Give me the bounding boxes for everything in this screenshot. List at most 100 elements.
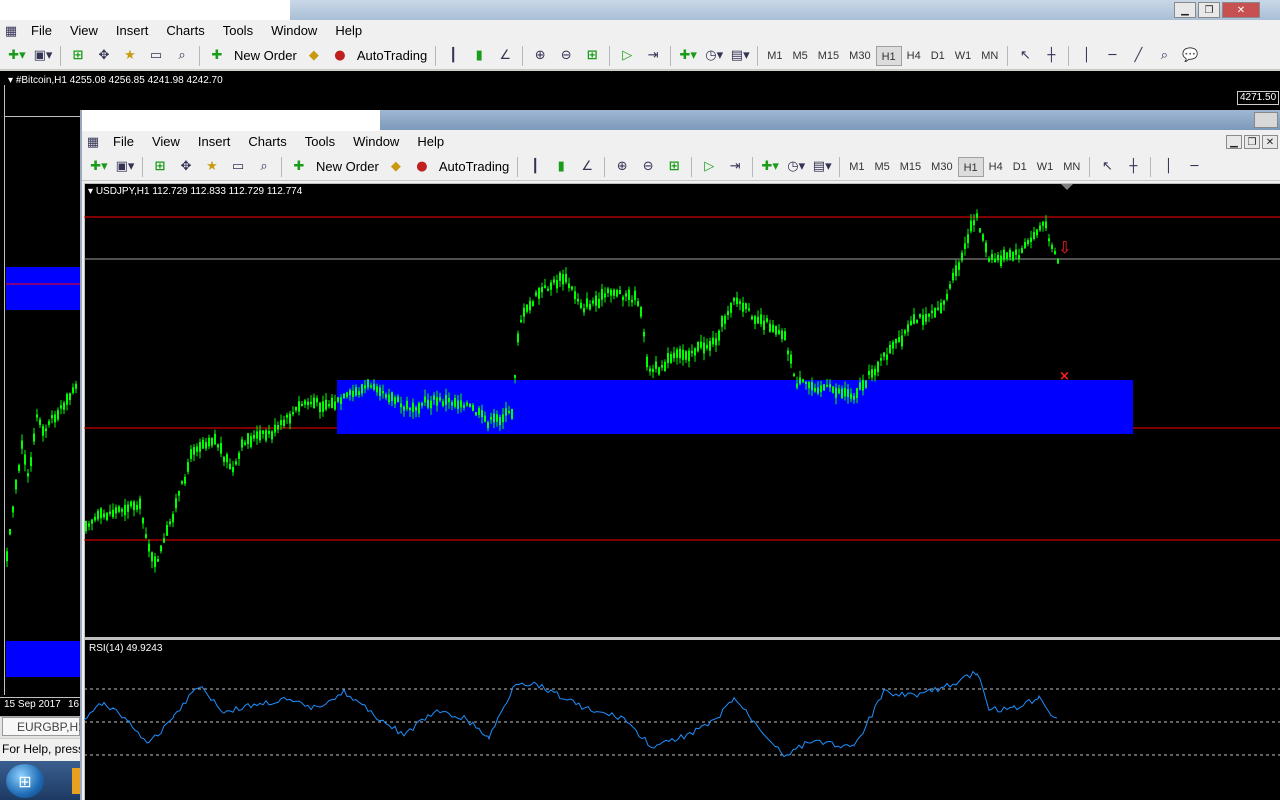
inner-tf-mn[interactable]: MN: [1058, 157, 1085, 177]
crosshair-icon[interactable]: ┼: [1040, 45, 1062, 67]
tf-d1[interactable]: D1: [926, 46, 950, 66]
bar-chart-icon[interactable]: ┃: [442, 45, 464, 67]
inner-zoom-in-icon[interactable]: ⊕: [611, 156, 633, 178]
metaeditor-icon[interactable]: ◆: [303, 45, 325, 67]
inner-menu-charts[interactable]: Charts: [239, 131, 295, 153]
outer-menu-help[interactable]: Help: [326, 20, 371, 42]
terminal-icon[interactable]: ▭: [145, 45, 167, 67]
inner-data-window-icon[interactable]: ✥: [175, 156, 197, 178]
inner-bar-chart-icon[interactable]: ┃: [524, 156, 546, 178]
minimize-button[interactable]: ▁: [1174, 2, 1196, 18]
inner-menu-file[interactable]: File: [104, 131, 143, 153]
inner-terminal-icon[interactable]: ▭: [227, 156, 249, 178]
outer-menu-insert[interactable]: Insert: [107, 20, 158, 42]
inner-candlestick-icon[interactable]: ▮: [550, 156, 572, 178]
tf-h4[interactable]: H4: [902, 46, 926, 66]
inner-restore-control[interactable]: [1254, 112, 1278, 128]
inner-menu-window[interactable]: Window: [344, 131, 408, 153]
candlestick-icon[interactable]: ▮: [468, 45, 490, 67]
inner-menu-view[interactable]: View: [143, 131, 189, 153]
new-chart-icon[interactable]: ✚▾: [6, 45, 28, 67]
tf-mn[interactable]: MN: [976, 46, 1003, 66]
inner-vertical-line-icon[interactable]: │: [1157, 156, 1179, 178]
tf-h1[interactable]: H1: [875, 45, 902, 66]
zoom-in-icon[interactable]: ⊕: [529, 45, 551, 67]
vertical-line-icon[interactable]: │: [1075, 45, 1097, 67]
tab-eurgbp[interactable]: EURGBP,H1: [2, 717, 85, 736]
line-chart-icon[interactable]: ∠: [494, 45, 516, 67]
templates-icon[interactable]: ▤▾: [729, 45, 751, 67]
inner-navigator-icon[interactable]: ★: [201, 156, 223, 178]
profiles-icon[interactable]: ▣▾: [32, 45, 54, 67]
inner-market-watch-icon[interactable]: ⊞: [149, 156, 171, 178]
inner-tile-windows-icon[interactable]: ⊞: [663, 156, 685, 178]
chat-icon[interactable]: 💬: [1179, 45, 1201, 67]
taskbar-app-icon[interactable]: [72, 768, 80, 794]
outer-menu-tools[interactable]: Tools: [214, 20, 262, 42]
inner-crosshair-icon[interactable]: ┼: [1122, 156, 1144, 178]
inner-new-chart-icon[interactable]: ✚▾: [88, 156, 110, 178]
candle-body: [619, 290, 621, 294]
inner-autotrading-button[interactable]: AutoTrading: [435, 159, 513, 174]
tester-icon[interactable]: ⌕: [171, 45, 193, 67]
indicators-icon[interactable]: ✚▾: [677, 45, 699, 67]
zoom-out-icon[interactable]: ⊖: [555, 45, 577, 67]
inner-tf-d1[interactable]: D1: [1008, 157, 1032, 177]
search-icon[interactable]: ⌕: [1153, 45, 1175, 67]
inner-line-chart-icon[interactable]: ∠: [576, 156, 598, 178]
inner-metaeditor-icon[interactable]: ◆: [385, 156, 407, 178]
market-watch-icon[interactable]: ⊞: [67, 45, 89, 67]
inner-templates-icon[interactable]: ▤▾: [811, 156, 833, 178]
restore-button[interactable]: ❐: [1198, 2, 1220, 18]
candle-body: [538, 288, 540, 299]
tf-m15[interactable]: M15: [813, 46, 844, 66]
inner-close-button[interactable]: ✕: [1262, 135, 1278, 149]
inner-tf-m15[interactable]: M15: [895, 157, 926, 177]
autotrading-button[interactable]: AutoTrading: [353, 48, 431, 63]
inner-autoscroll-icon[interactable]: ⇥: [724, 156, 746, 178]
inner-periods-icon[interactable]: ◷▾: [785, 156, 807, 178]
tf-m5[interactable]: M5: [787, 46, 812, 66]
inner-profiles-icon[interactable]: ▣▾: [114, 156, 136, 178]
inner-tester-icon[interactable]: ⌕: [253, 156, 275, 178]
inner-tf-m1[interactable]: M1: [844, 157, 869, 177]
inner-menu-help[interactable]: Help: [408, 131, 453, 153]
outer-menu-charts[interactable]: Charts: [157, 20, 213, 42]
cursor-icon[interactable]: ↖: [1014, 45, 1036, 67]
inner-restore-button[interactable]: ❐: [1244, 135, 1260, 149]
inner-tf-m30[interactable]: M30: [926, 157, 957, 177]
trendline-icon[interactable]: ╱: [1127, 45, 1149, 67]
navigator-icon[interactable]: ★: [119, 45, 141, 67]
data-window-icon[interactable]: ✥: [93, 45, 115, 67]
outer-menu-window[interactable]: Window: [262, 20, 326, 42]
outer-menu-view[interactable]: View: [61, 20, 107, 42]
outer-menu-file[interactable]: File: [22, 20, 61, 42]
inner-chart-shift-icon[interactable]: ▷: [698, 156, 720, 178]
chart-shift-icon[interactable]: ▷: [616, 45, 638, 67]
candle-body: [130, 501, 132, 507]
periods-icon[interactable]: ◷▾: [703, 45, 725, 67]
tf-m1[interactable]: M1: [762, 46, 787, 66]
inner-tf-h4[interactable]: H4: [984, 157, 1008, 177]
inner-tf-h1[interactable]: H1: [957, 156, 984, 177]
inner-menu-insert[interactable]: Insert: [189, 131, 240, 153]
candle-body: [775, 325, 777, 335]
tile-windows-icon[interactable]: ⊞: [581, 45, 603, 67]
inner-minimize-button[interactable]: ▁: [1226, 135, 1242, 149]
horizontal-line-icon[interactable]: ─: [1101, 45, 1123, 67]
close-button[interactable]: ✕: [1222, 2, 1260, 18]
inner-indicators-icon[interactable]: ✚▾: [759, 156, 781, 178]
autoscroll-icon[interactable]: ⇥: [642, 45, 664, 67]
candle-body: [370, 385, 372, 388]
tf-m30[interactable]: M30: [844, 46, 875, 66]
inner-horizontal-line-icon[interactable]: ─: [1183, 156, 1205, 178]
start-button[interactable]: ⊞: [6, 764, 44, 798]
tf-w1[interactable]: W1: [950, 46, 977, 66]
inner-new-order-button[interactable]: New Order: [312, 159, 383, 174]
inner-zoom-out-icon[interactable]: ⊖: [637, 156, 659, 178]
inner-menu-tools[interactable]: Tools: [296, 131, 344, 153]
inner-tf-w1[interactable]: W1: [1032, 157, 1059, 177]
new-order-button[interactable]: New Order: [230, 48, 301, 63]
inner-tf-m5[interactable]: M5: [869, 157, 894, 177]
inner-cursor-icon[interactable]: ↖: [1096, 156, 1118, 178]
